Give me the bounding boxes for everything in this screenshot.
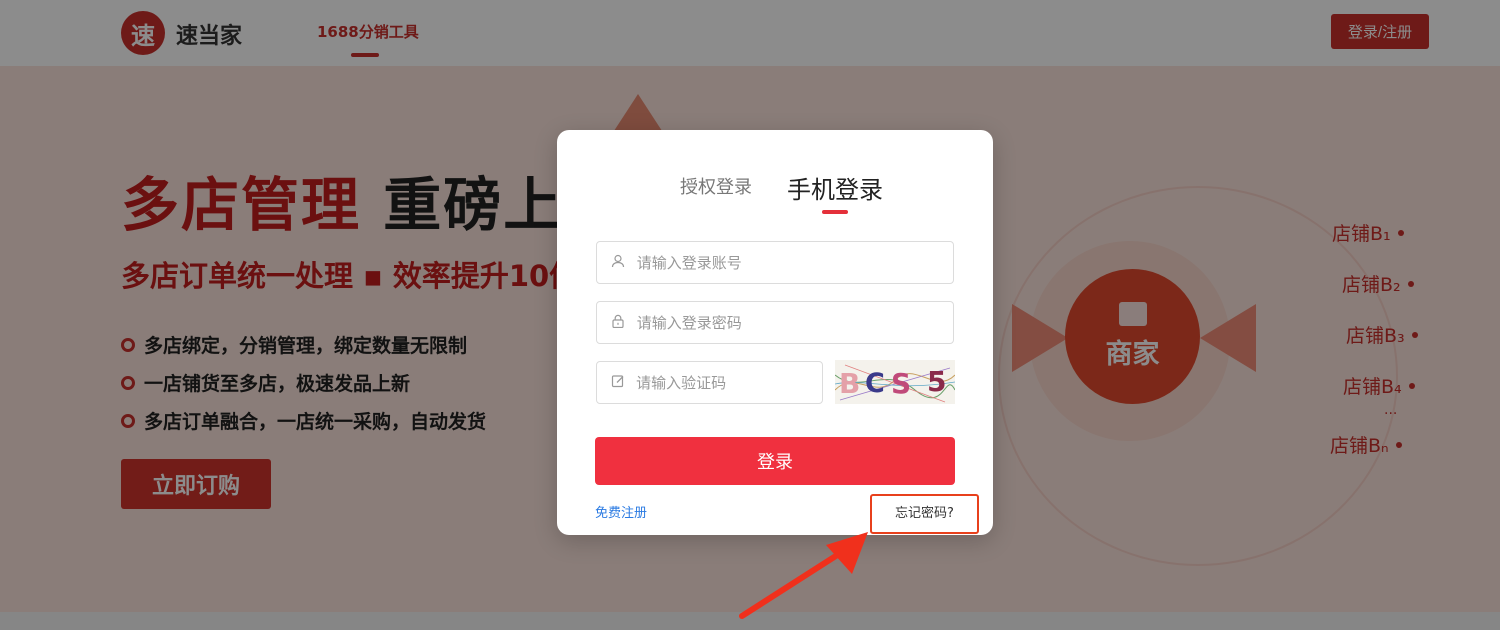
annotation-arrow-icon: [739, 532, 868, 619]
